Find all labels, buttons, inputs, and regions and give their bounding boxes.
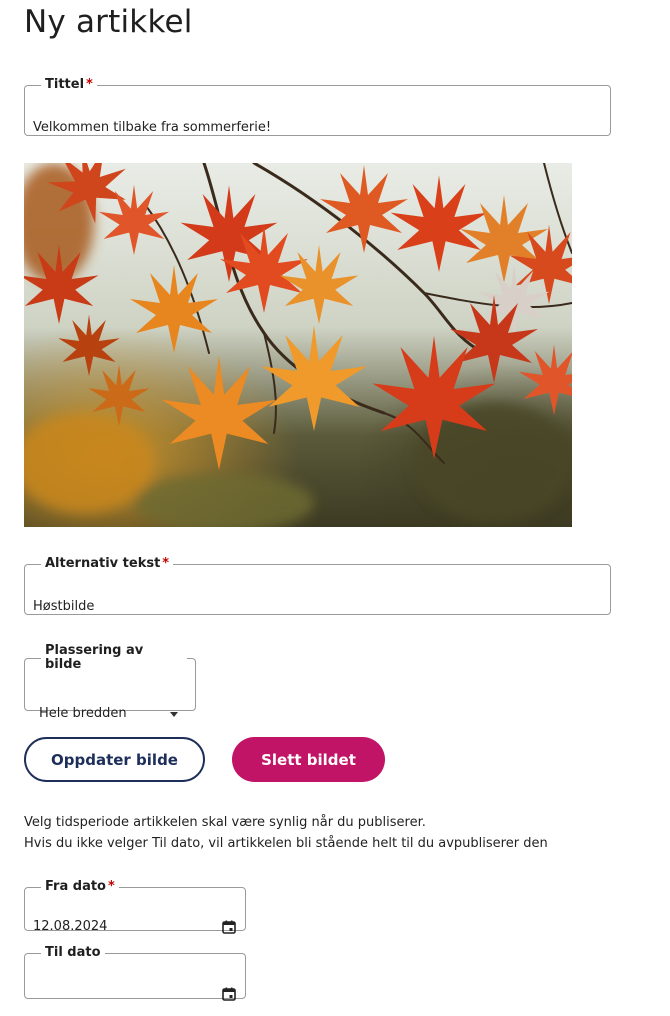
required-mark: * xyxy=(86,77,93,92)
calendar-icon[interactable] xyxy=(222,920,236,934)
title-field[interactable]: Tittel * Velkommen tilbake fra sommerferi… xyxy=(24,78,611,136)
update-image-button[interactable]: Oppdater bilde xyxy=(24,737,205,782)
from-date-label: Fra dato * xyxy=(45,879,115,894)
from-date-value[interactable]: 12.08.2024 xyxy=(33,919,107,934)
info-line-1: Velg tidsperiode artikkelen skal være sy… xyxy=(24,815,426,830)
delete-image-button[interactable]: Slett bildet xyxy=(232,737,385,782)
info-line-2: Hvis du ikke velger Til dato, vil artikk… xyxy=(24,836,548,851)
title-label: Tittel * xyxy=(45,77,93,92)
alt-text-label: Alternativ tekst * xyxy=(45,556,170,571)
image-placement-label: Plassering av bilde xyxy=(45,643,144,672)
image-placement-select[interactable]: Plassering av bilde Hele bredden xyxy=(24,643,196,721)
alt-text-field[interactable]: Alternativ tekst * Høstbilde xyxy=(24,557,611,615)
required-mark: * xyxy=(107,879,115,894)
article-image xyxy=(24,163,572,527)
to-date-label: Til dato xyxy=(45,945,101,960)
image-placement-selected[interactable]: Hele bredden xyxy=(39,706,127,721)
title-input-value[interactable]: Velkommen tilbake fra sommerferie! xyxy=(33,120,271,135)
required-mark: * xyxy=(162,556,170,571)
from-date-field[interactable]: Fra dato * 12.08.2024 xyxy=(24,879,246,934)
chevron-down-icon[interactable] xyxy=(170,712,178,717)
page-title: Ny artikkel xyxy=(24,4,193,40)
alt-text-input-value[interactable]: Høstbilde xyxy=(33,599,94,614)
visibility-info: Velg tidsperiode artikkelen skal være sy… xyxy=(24,812,548,854)
to-date-field[interactable]: Til dato xyxy=(24,945,246,1001)
calendar-icon[interactable] xyxy=(222,987,236,1001)
